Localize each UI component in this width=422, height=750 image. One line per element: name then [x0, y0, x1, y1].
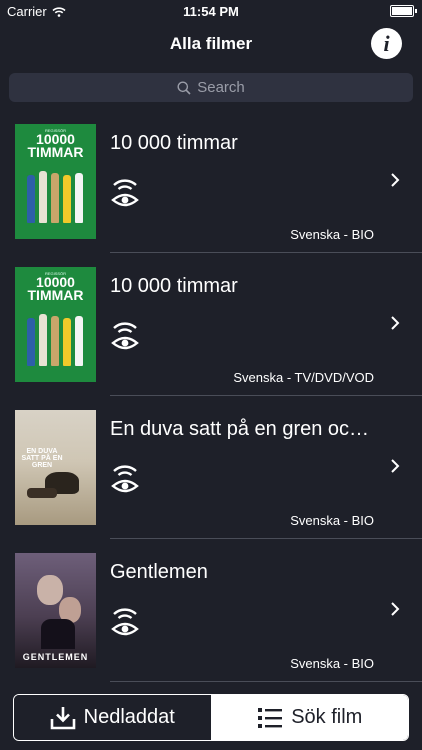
broadcast-eye-icon: [111, 608, 139, 636]
tab-downloaded-label: Nedladdat: [83, 706, 175, 728]
tab-search-film-label: Sök film: [291, 706, 363, 728]
movie-row[interactable]: GENTLEMEN Gentlemen Svenska - BIO: [0, 539, 422, 682]
movie-title: En duva satt på en gren oc…: [110, 418, 370, 440]
search-bar: Search: [0, 66, 422, 110]
tab-downloaded[interactable]: Nedladdat: [14, 695, 212, 740]
movie-poster: REGISSÖR 10000 TIMMAR: [15, 124, 96, 239]
movie-title: 10 000 timmar: [110, 275, 238, 297]
movie-poster: REGISSÖR 10000 TIMMAR: [15, 267, 96, 382]
chevron-right-icon: [391, 459, 400, 473]
broadcast-eye-icon: [111, 465, 139, 493]
page-title: Alla filmer: [169, 34, 253, 53]
movie-list: REGISSÖR 10000 TIMMAR 10 000 timmar Sven…: [0, 110, 422, 682]
list-icon: [258, 707, 283, 728]
chevron-right-icon: [391, 173, 400, 187]
movie-meta: Svenska - BIO: [290, 656, 374, 671]
movie-meta: Svenska - TV/DVD/VOD: [233, 370, 374, 385]
search-input[interactable]: Search: [9, 73, 413, 102]
movie-row[interactable]: REGISSÖR 10000 TIMMAR 10 000 timmar Sven…: [0, 110, 422, 253]
download-icon: [50, 706, 75, 729]
tab-bar: Nedladdat Sök film: [0, 686, 422, 750]
status-time: 11:54 PM: [183, 4, 239, 19]
search-placeholder: Search: [197, 79, 245, 96]
nav-bar: Alla filmer i: [0, 22, 422, 66]
row-separator: [110, 681, 422, 682]
movie-poster: EN DUVA SATT PÅ EN GREN: [15, 410, 96, 525]
movie-row[interactable]: EN DUVA SATT PÅ EN GREN En duva satt på …: [0, 396, 422, 539]
broadcast-eye-icon: [111, 179, 139, 207]
movie-meta: Svenska - BIO: [290, 227, 374, 242]
movie-row[interactable]: REGISSÖR 10000 TIMMAR 10 000 timmar Sven…: [0, 253, 422, 396]
tab-search-film[interactable]: Sök film: [211, 695, 408, 740]
movie-meta: Svenska - BIO: [290, 513, 374, 528]
status-bar: Carrier 11:54 PM: [0, 0, 422, 22]
chevron-right-icon: [391, 316, 400, 330]
broadcast-eye-icon: [111, 322, 139, 350]
battery-icon: [390, 5, 417, 17]
info-icon[interactable]: i: [371, 28, 402, 59]
movie-title: Gentlemen: [110, 561, 208, 583]
movie-title: 10 000 timmar: [110, 132, 238, 154]
chevron-right-icon: [391, 602, 400, 616]
movie-poster: GENTLEMEN: [15, 553, 96, 668]
search-icon: [177, 81, 191, 95]
segmented-control: Nedladdat Sök film: [13, 694, 409, 741]
